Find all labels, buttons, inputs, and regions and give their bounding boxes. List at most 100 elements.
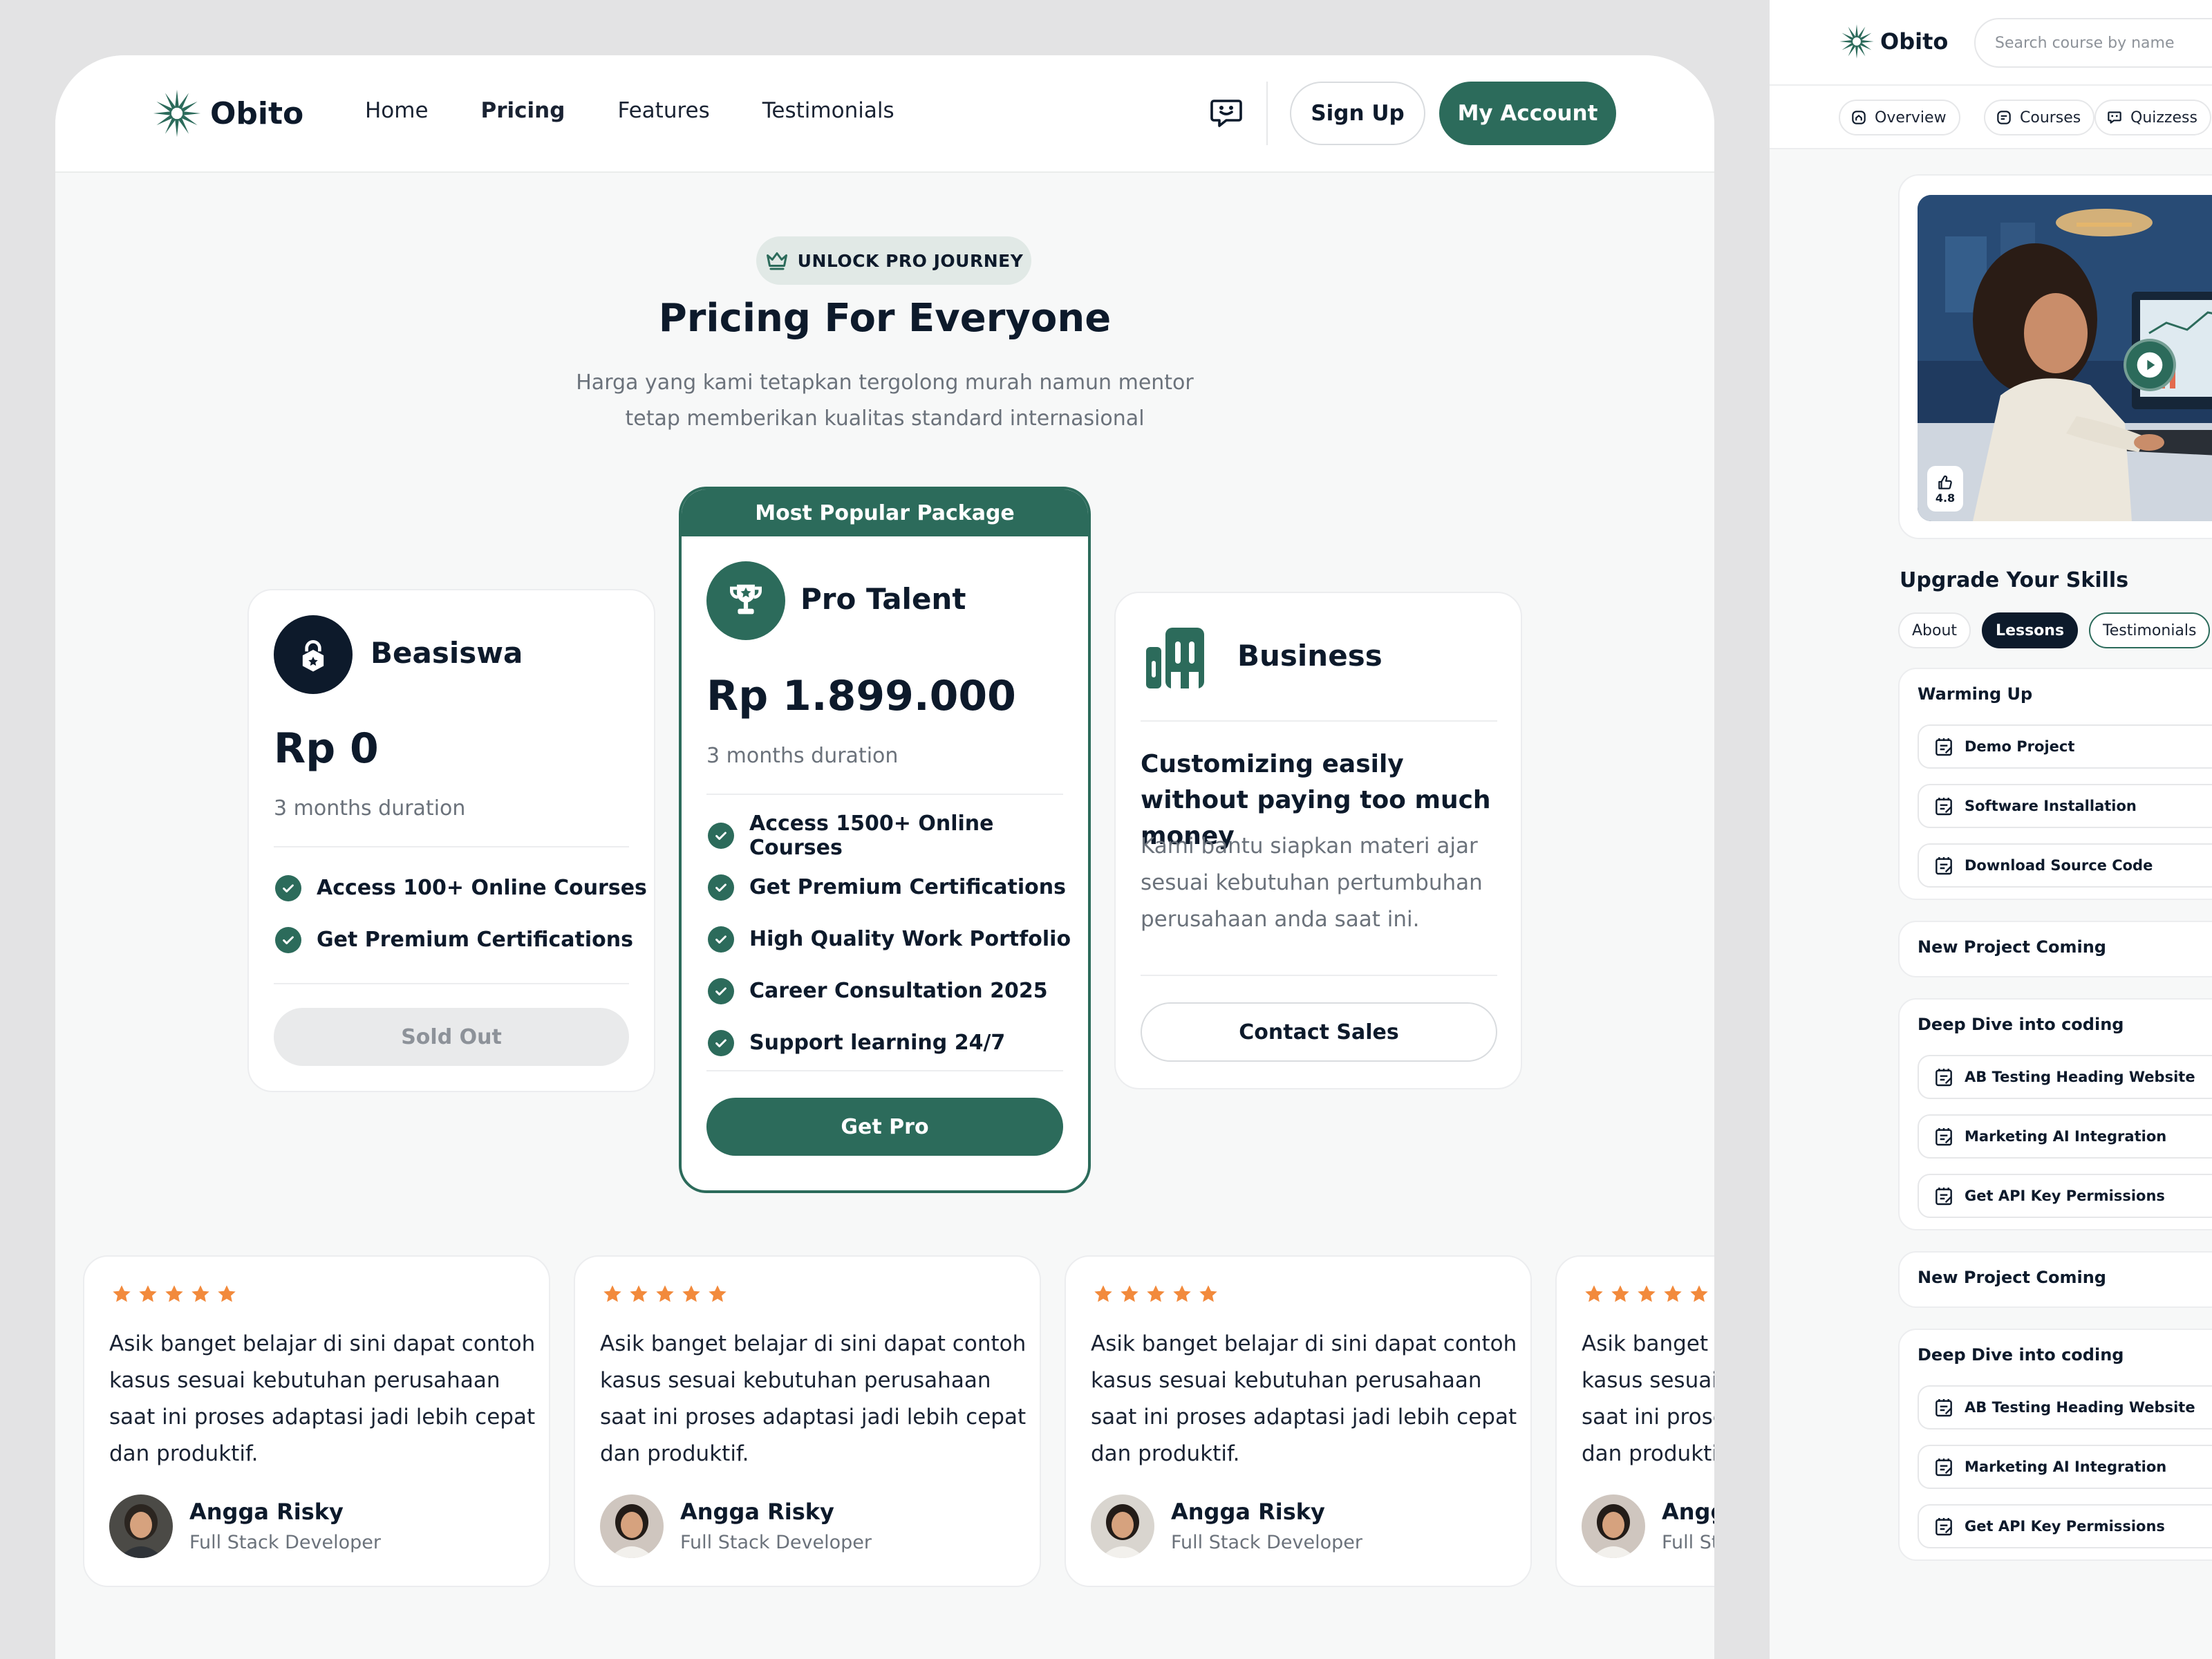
course-search-input[interactable]: Search course by name	[1974, 18, 2212, 68]
lesson-item[interactable]: Demo Project	[1918, 724, 2212, 769]
testimonial-card: Asik banget belajar di sini dapat contoh…	[574, 1255, 1041, 1587]
obito-logo-icon	[153, 89, 201, 138]
star-icon	[1635, 1283, 1658, 1308]
lesson-section[interactable]: Warming Up Demo Project Software Installat…	[1898, 668, 2212, 900]
my-account-button[interactable]: My Account	[1439, 82, 1616, 145]
testimonial-card: Asik banget belajar di sini dapat contoh…	[1065, 1255, 1532, 1587]
reviewer-name: Angga Risky	[1662, 1499, 1714, 1525]
star-rating	[1583, 1283, 1710, 1308]
lesson-note-icon	[1936, 1188, 1952, 1206]
tab-courses[interactable]: Courses	[1984, 100, 2095, 135]
check-icon	[708, 1029, 734, 1056]
lesson-note-icon	[1936, 1399, 1952, 1417]
course-thumbnail[interactable]: 4.8	[1918, 195, 2212, 521]
check-icon	[275, 926, 301, 953]
lesson-item[interactable]: Download Source Code	[1918, 843, 2212, 888]
tab-lessons[interactable]: Lessons	[1982, 612, 2079, 648]
plan-card-beasiswa: Beasiswa Rp 0 3 months duration Access 1…	[247, 589, 655, 1092]
plan-price: Rp 0	[274, 724, 379, 773]
sign-up-button[interactable]: Sign Up	[1290, 82, 1425, 145]
feature-item: High Quality Work Portfolio	[708, 926, 1088, 953]
check-icon	[275, 874, 301, 901]
side-tabs: Overview Courses Quizzess	[1770, 86, 2212, 149]
lesson-item[interactable]: Get API Key Permissions	[1918, 1504, 2212, 1548]
avatar	[109, 1494, 173, 1558]
lesson-note-icon	[1936, 1069, 1952, 1087]
building-icon	[1142, 622, 1211, 691]
lesson-title: Demo Project	[1965, 738, 2075, 755]
rating-value: 4.8	[1935, 491, 1956, 505]
sold-out-button[interactable]: Sold Out	[274, 1008, 629, 1066]
contact-sales-button[interactable]: Contact Sales	[1141, 1002, 1497, 1062]
section-title: Deep Dive into coding	[1918, 1015, 2124, 1034]
side-header: Obito Search course by name	[1770, 0, 2212, 86]
lesson-item[interactable]: Get API Key Permissions	[1918, 1174, 2212, 1218]
plan-duration: 3 months duration	[274, 796, 466, 821]
star-icon	[111, 1283, 133, 1308]
reviewer-name: Angga Risky	[189, 1499, 344, 1525]
lesson-section[interactable]: Deep Dive into coding AB Testing Heading …	[1898, 998, 2212, 1230]
section-title: Deep Dive into coding	[1918, 1345, 2124, 1365]
tab-overview[interactable]: Overview	[1839, 100, 1960, 135]
feature-item: Get Premium Certifications	[708, 874, 1088, 901]
brand-logo[interactable]: Obito	[152, 88, 303, 138]
star-icon	[601, 1283, 624, 1308]
lesson-item[interactable]: AB Testing Heading Website	[1918, 1385, 2212, 1430]
brand-name: Obito	[210, 95, 304, 131]
badge-label: UNLOCK PRO JOURNEY	[797, 250, 1024, 271]
course-video-card: 4.8	[1898, 174, 2212, 539]
nav-link-features[interactable]: Features	[617, 98, 709, 123]
divider	[1141, 720, 1497, 722]
tab-about[interactable]: About	[1898, 612, 1971, 648]
lesson-section[interactable]: Deep Dive into coding AB Testing Heading …	[1898, 1329, 2212, 1561]
brand-name: Obito	[1880, 28, 1949, 55]
get-pro-button[interactable]: Get Pro	[706, 1098, 1063, 1156]
reviewer-name: Angga Risky	[680, 1499, 834, 1525]
pill-tabs: About Lessons Testimonials	[1898, 612, 2211, 648]
feature-list: Access 1500+ Online Courses Get Premium …	[708, 812, 1088, 1056]
testimonial-text: Asik banget belajar di sini dapat contoh…	[109, 1331, 536, 1466]
tab-testimonials[interactable]: Testimonials	[2089, 612, 2211, 648]
side-brand-logo[interactable]: Obito	[1839, 24, 1948, 59]
subtitle-line-2: tetap memberikan kualitas standard inter…	[625, 406, 1145, 431]
chat-bubble-icon[interactable]	[1208, 95, 1244, 131]
lesson-item[interactable]: Marketing AI Integration	[1918, 1445, 2212, 1489]
reviewer-role: Full Stack Developer	[1171, 1532, 1362, 1553]
check-icon	[708, 822, 734, 849]
lock-icon	[274, 615, 353, 694]
lesson-item[interactable]: Marketing AI Integration	[1918, 1114, 2212, 1159]
nav-divider	[1266, 82, 1268, 145]
thumbs-up-icon	[1938, 475, 1952, 489]
reviewer-role: Full Stack Developer	[680, 1532, 872, 1553]
lesson-title: Software Installation	[1965, 798, 2137, 814]
divider	[274, 846, 629, 847]
lesson-title: Download Source Code	[1965, 857, 2153, 874]
nav-link-testimonials[interactable]: Testimonials	[762, 98, 894, 123]
lesson-item[interactable]: Software Installation	[1918, 784, 2212, 828]
star-icon	[1688, 1283, 1710, 1308]
star-icon	[654, 1283, 676, 1308]
plan-name: Business	[1237, 639, 1382, 673]
star-rating	[601, 1283, 729, 1308]
nav-link-home[interactable]: Home	[365, 98, 429, 123]
star-icon	[1609, 1283, 1631, 1308]
reviewer-role: Full Stack Developer	[189, 1532, 381, 1553]
testimonial-text: Asik banget belajar di sini dapat contoh…	[1582, 1331, 1714, 1466]
lesson-section[interactable]: New Project Coming	[1898, 921, 2212, 977]
star-icon	[1171, 1283, 1193, 1308]
nav-link-pricing[interactable]: Pricing	[481, 98, 565, 123]
testimonial-text: Asik banget belajar di sini dapat contoh…	[1091, 1331, 1517, 1466]
tab-quizzess[interactable]: Quizzess	[2094, 100, 2211, 135]
avatar	[600, 1494, 664, 1558]
star-icon	[163, 1283, 185, 1308]
courses-icon	[1997, 111, 2011, 124]
plan-card-pro-talent: Most Popular Package Pro Talent Rp 1.899…	[679, 487, 1091, 1193]
divider	[706, 794, 1063, 795]
lesson-note-icon	[1936, 1128, 1952, 1146]
play-button[interactable]	[2124, 339, 2176, 391]
lesson-item[interactable]: AB Testing Heading Website	[1918, 1055, 2212, 1099]
lesson-title: Get API Key Permissions	[1965, 1188, 2165, 1204]
testimonial-text: Asik banget belajar di sini dapat contoh…	[600, 1331, 1027, 1466]
lesson-section[interactable]: New Project Coming	[1898, 1251, 2212, 1308]
plan-duration: 3 months duration	[706, 744, 899, 768]
